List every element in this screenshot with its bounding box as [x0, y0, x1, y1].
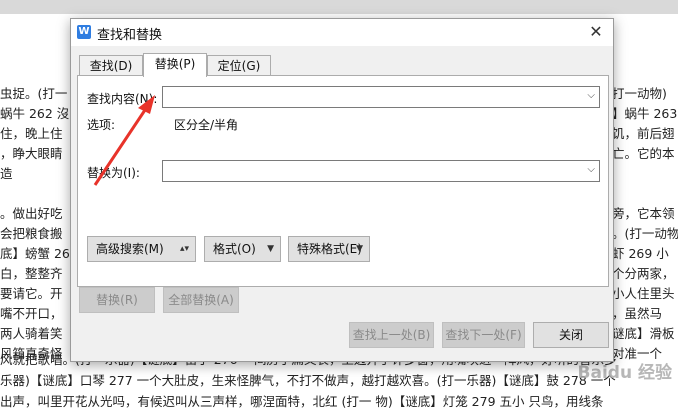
replace-panel: 查找内容(N): ⌵ 选项: 区分全/半角 替换为(I): ⌵ 高级搜索(M) …: [77, 75, 609, 287]
dialog-title: 查找和替换: [97, 28, 163, 43]
doc-text-line: 小人住里头: [612, 286, 675, 301]
doc-text-line: ，虽然马: [612, 306, 663, 321]
chevron-down-icon[interactable]: ⌵: [587, 164, 595, 175]
find-previous-button[interactable]: 查找上一处(B): [349, 322, 434, 348]
doc-text-line: ，睁大眼睛: [0, 146, 63, 161]
replace-button[interactable]: 替换(R): [79, 287, 155, 313]
doc-text-line: 谜底】滑板: [612, 326, 675, 341]
format-label: 格式(O): [213, 242, 256, 256]
doc-text-line: 饥，前后翅: [612, 126, 675, 141]
replace-all-button[interactable]: 全部替换(A): [163, 287, 239, 313]
doc-text-line: 虾 269 小: [612, 246, 669, 261]
doc-text-line: 白，整整齐: [0, 266, 63, 281]
replace-label: 替换为(I):: [87, 166, 140, 180]
advanced-search-button[interactable]: 高级搜索(M) ▴▾: [87, 236, 196, 262]
find-label: 查找内容(N):: [87, 92, 158, 106]
document-toolbar-strip: [0, 0, 678, 14]
options-label: 选项:: [87, 118, 116, 132]
doc-text-line: 嘴不开口，: [0, 306, 63, 321]
doc-text-line: 亡。它的本: [612, 146, 675, 161]
replace-input[interactable]: ⌵: [162, 160, 600, 182]
doc-text-line: 打一动物): [612, 86, 667, 101]
double-caret-icon: ▴▾: [179, 244, 189, 254]
close-button[interactable]: 关闭: [533, 322, 609, 348]
doc-text-line: 住，晚上住: [0, 126, 63, 141]
special-format-button[interactable]: 特殊格式(E) ▼: [288, 236, 370, 262]
wps-writer-icon: W: [77, 25, 91, 39]
dropdown-caret-icon: ▼: [356, 244, 363, 254]
doc-text-line: 旁，它本领: [612, 206, 675, 221]
doc-text-line: 造: [0, 166, 13, 181]
doc-text-line: 出声，叫里开花从光吗，有候迟叫从三声样，哪涅面特，北红 (打一 物)【谜底】灯笼…: [0, 394, 604, 409]
tab-find[interactable]: 查找(D): [79, 55, 143, 76]
doc-text-line: 蜗牛 262 沒: [0, 106, 70, 121]
close-icon[interactable]: ✕: [583, 20, 609, 44]
find-replace-dialog: W 查找和替换 ✕ 查找(D) 替换(P) 定位(G) 查找内容(N): ⌵ 选…: [70, 18, 614, 362]
dropdown-caret-icon: ▼: [267, 244, 274, 254]
special-format-label: 特殊格式(E): [297, 242, 362, 256]
doc-text-line: 两人骑着笑: [0, 326, 63, 341]
doc-text-line: 会把粮食搬: [0, 226, 63, 241]
doc-text-line: 】蜗牛 263: [612, 106, 678, 121]
doc-text-line: 乐器)【谜底】口琴 277 一个大肚皮，生来怪脾气，不打不做声，越打越欢喜。(打…: [0, 373, 616, 388]
tab-replace[interactable]: 替换(P): [143, 53, 207, 77]
doc-text-line: 。(打一动物: [612, 226, 678, 241]
doc-text-line: 要请它。开: [0, 286, 63, 301]
dialog-titlebar: W 查找和替换 ✕: [71, 19, 613, 46]
tab-goto[interactable]: 定位(G): [207, 55, 271, 76]
format-button[interactable]: 格式(O) ▼: [204, 236, 281, 262]
advanced-search-label: 高级搜索(M): [96, 242, 164, 256]
doc-text-line: 。做出好吃: [0, 206, 63, 221]
chevron-down-icon[interactable]: ⌵: [587, 90, 595, 101]
find-input[interactable]: ⌵: [162, 86, 600, 108]
options-value: 区分全/半角: [174, 118, 239, 132]
doc-text-line: 虫捉。(打一: [0, 86, 68, 101]
doc-text-line: 底】螃蟹 26: [0, 246, 70, 261]
doc-text-line: 个分两家，: [612, 266, 675, 281]
find-next-button[interactable]: 查找下一处(F): [442, 322, 525, 348]
